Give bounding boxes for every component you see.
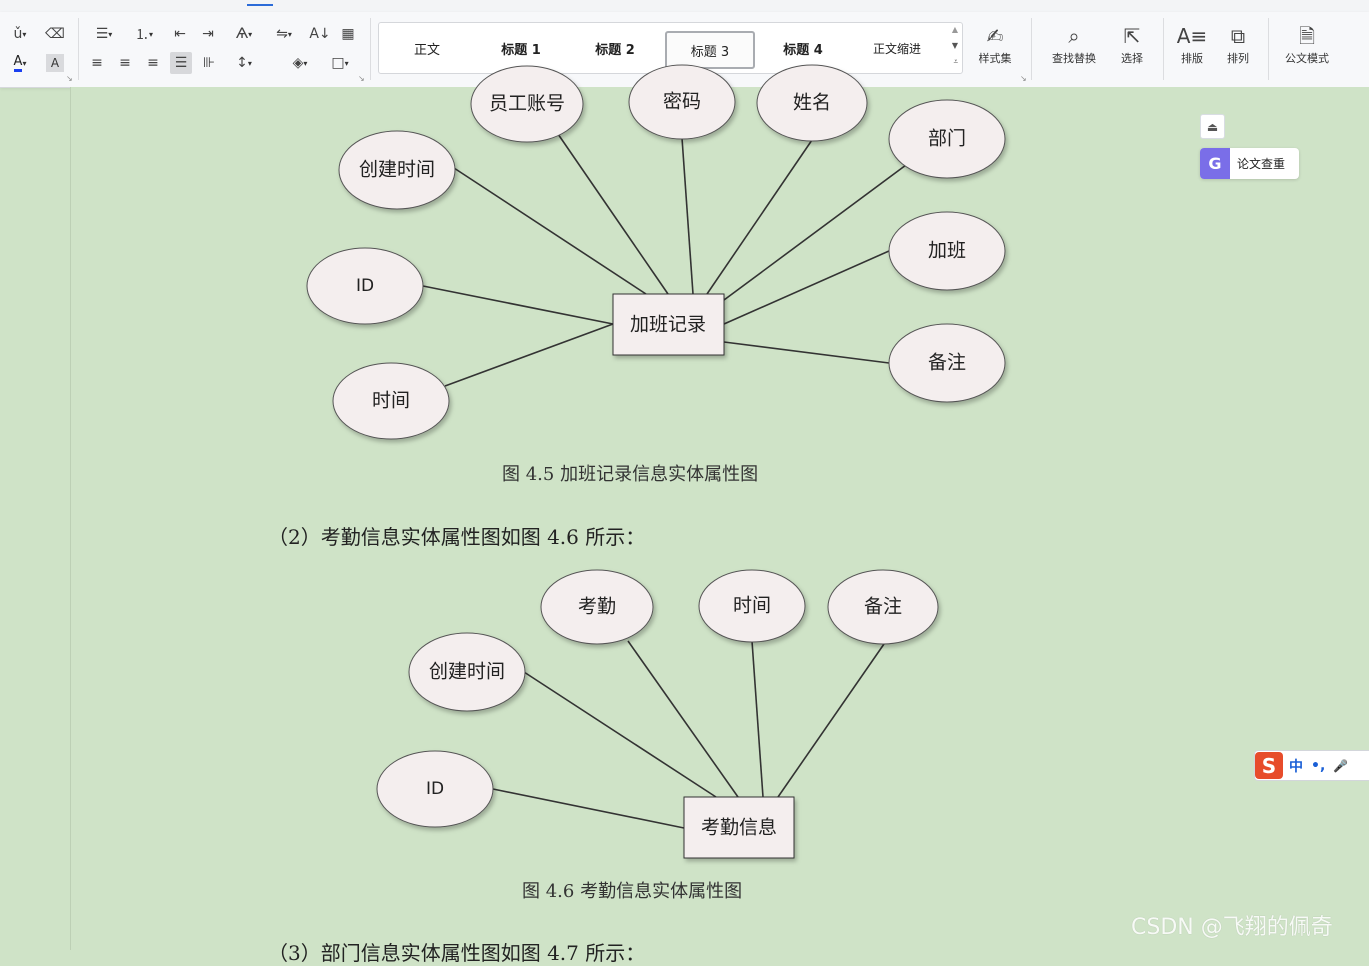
paper-check-icon: G <box>1200 148 1230 179</box>
attribute-label: 考勤 <box>578 596 616 618</box>
figure-caption: 图 4.6 考勤信息实体属性图 <box>522 881 743 902</box>
entity-label: 考勤信息 <box>701 817 777 839</box>
diagram1-attributes <box>306 64 1006 440</box>
collapse-icon: ⏏ <box>1206 119 1219 134</box>
attribute-label: ID <box>426 779 444 799</box>
attribute-label: 部门 <box>928 128 966 150</box>
body-paragraph-next: （3）部门信息实体属性图如图 4.7 所示： <box>268 941 646 965</box>
entity-label: 加班记录 <box>630 314 706 336</box>
attribute-label: 创建时间 <box>359 159 435 181</box>
ime-lang-toggle[interactable]: 中 <box>1289 756 1303 776</box>
attribute-label: 时间 <box>733 595 771 617</box>
attribute-label: 密码 <box>663 91 701 113</box>
figure-caption: 图 4.5 加班记录信息实体属性图 <box>502 464 759 485</box>
attribute-label: 备注 <box>928 352 966 374</box>
collapse-panel-button[interactable]: ⏏ <box>1200 114 1225 139</box>
diagram2-labels: 考勤 时间 备注 创建时间 ID 考勤信息 <box>426 595 902 839</box>
body-paragraph: （2）考勤信息实体属性图如图 4.6 所示： <box>268 525 646 549</box>
diagram1-labels: 员工账号 密码 姓名 部门 加班 备注 时间 ID 创建时间 加班记录 <box>356 91 966 412</box>
attribute-label: 时间 <box>372 390 410 412</box>
microphone-icon[interactable]: 🎤 <box>1333 759 1348 773</box>
ime-punct-toggle[interactable]: •, <box>1311 758 1325 774</box>
diagram2-attributes <box>376 569 939 859</box>
attribute-label: 员工账号 <box>489 93 565 115</box>
attribute-label: 备注 <box>864 596 902 618</box>
attribute-label: ID <box>356 276 374 296</box>
attribute-label: 创建时间 <box>429 661 505 683</box>
attribute-label: 姓名 <box>793 92 831 114</box>
ime-toolbar[interactable]: S 中 •, 🎤 <box>1254 750 1369 781</box>
paper-check-button[interactable]: G 论文查重 <box>1200 148 1299 179</box>
watermark: CSDN @飞翔的佩奇 <box>1131 915 1333 940</box>
attribute-label: 加班 <box>928 240 966 262</box>
sogou-logo-icon: S <box>1255 752 1283 779</box>
